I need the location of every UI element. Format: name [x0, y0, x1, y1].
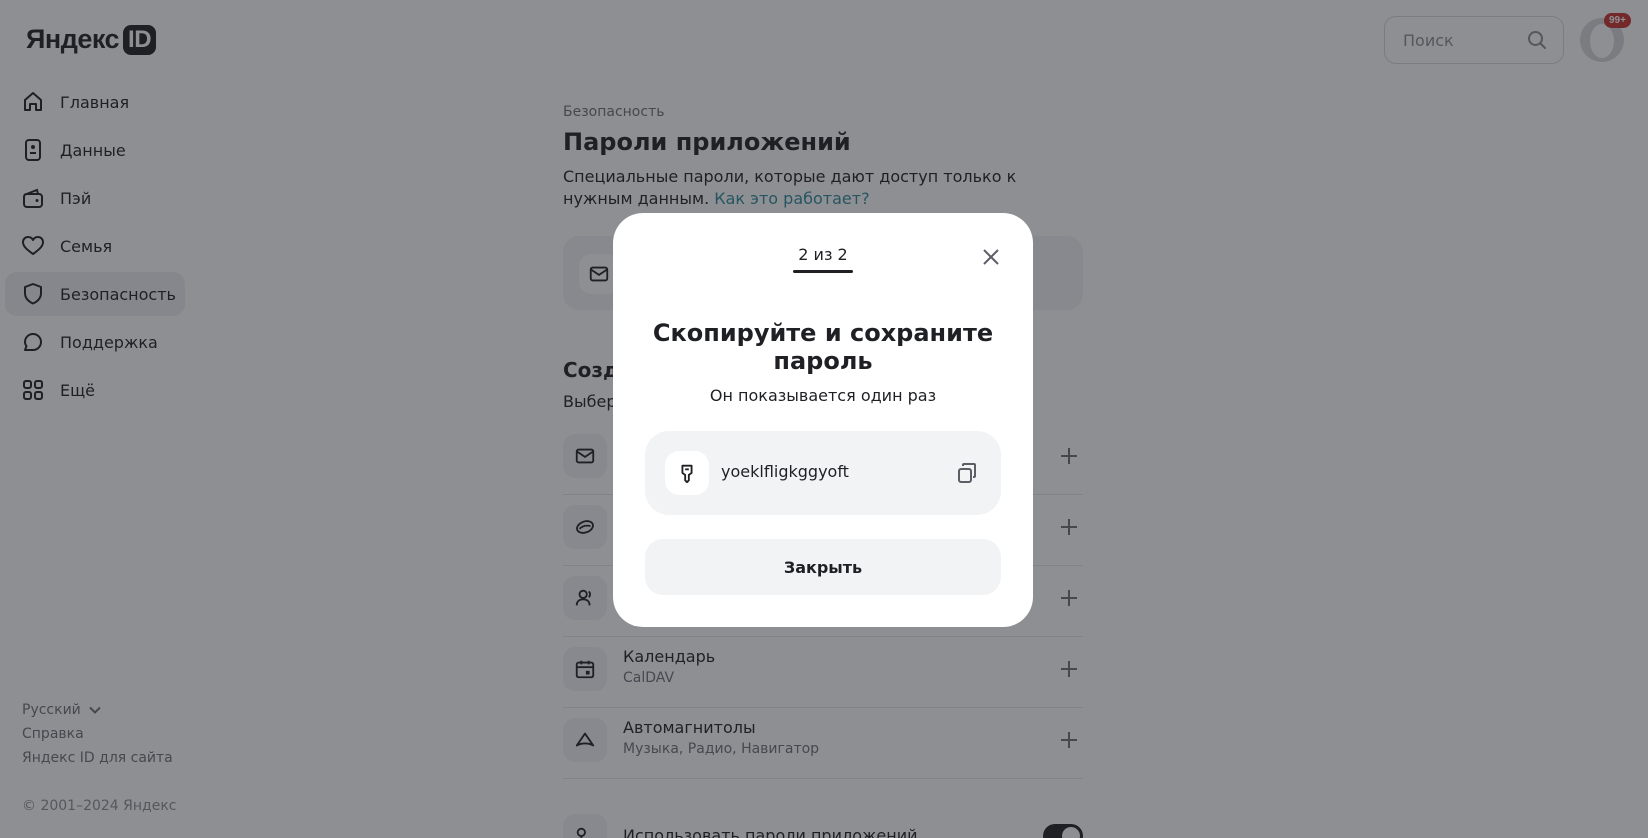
password-modal: 2 из 2 Скопируйте и сохраните пароль Он … — [613, 213, 1033, 627]
close-modal-button[interactable] — [977, 243, 1005, 271]
step-indicator: 2 из 2 — [798, 245, 848, 264]
close-icon — [983, 249, 999, 265]
close-button[interactable]: Закрыть — [645, 539, 1001, 595]
copy-icon[interactable] — [955, 461, 979, 485]
key-icon — [681, 464, 693, 484]
key-icon-container — [665, 451, 709, 495]
modal-title: Скопируйте и сохраните пароль — [652, 319, 994, 375]
password-box: yoeklfligkggyoft — [645, 431, 1001, 515]
modal-subtitle: Он показывается один раз — [709, 386, 937, 405]
password-value[interactable]: yoeklfligkggyoft — [721, 462, 849, 481]
step-progress-bar — [793, 270, 853, 273]
